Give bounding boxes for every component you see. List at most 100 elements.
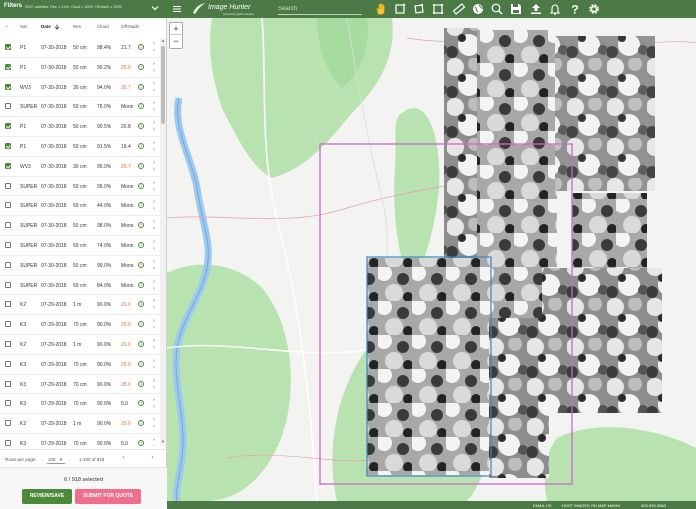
move-down-arrow-icon[interactable]: ˅ <box>151 127 157 133</box>
info-icon[interactable]: i <box>138 182 144 189</box>
row-checkbox[interactable] <box>5 400 11 407</box>
move-up-arrow-icon[interactable]: ˄ <box>151 120 157 126</box>
result-row[interactable]: SUPER 07-30-2018 50 cm 74.0% Mono i ˄ ˅ <box>0 236 160 256</box>
row-checkbox[interactable] <box>5 103 11 110</box>
row-checkbox[interactable] <box>5 222 11 229</box>
move-down-arrow-icon[interactable]: ˅ <box>151 404 157 410</box>
move-up-arrow-icon[interactable]: ˄ <box>151 338 157 344</box>
imagery-strip[interactable] <box>555 36 655 191</box>
move-down-arrow-icon[interactable]: ˅ <box>151 385 157 391</box>
result-row[interactable]: K3 07-29-2018 70 cm 90.0% 5.0 i ˄˅ <box>0 434 160 446</box>
result-row[interactable]: K2 07-29-2018 1 m 90.0% 29.0 i ˄ ˅ <box>0 335 160 355</box>
row-checkbox[interactable] <box>5 261 11 268</box>
scroll-down-arrow-icon[interactable]: ▼ <box>160 439 166 445</box>
col-sat[interactable]: Sat <box>20 24 27 29</box>
row-checkbox[interactable] <box>5 162 11 169</box>
result-row[interactable]: P1 07-30-2018 50 cm 91.5% 19.4 i ˄ ˅ <box>0 137 160 157</box>
move-down-arrow-icon[interactable]: ˅ <box>151 187 157 193</box>
result-row[interactable]: SUPER 07-30-2018 50 cm 99.0% Mono i ˄ ˅ <box>0 177 160 197</box>
info-icon[interactable]: i <box>138 341 144 347</box>
info-icon[interactable]: i <box>138 202 144 209</box>
row-checkbox[interactable] <box>5 281 11 288</box>
col-res[interactable]: Res <box>73 24 81 29</box>
host-images-link[interactable]: HOST IMAGES ON MAP MAVIN <box>562 503 620 508</box>
result-row[interactable]: WV3 07-30-2018 30 cm 94.0% 26.7 i ˄ ˅ <box>0 78 160 98</box>
move-up-arrow-icon[interactable]: ˄ <box>151 61 157 67</box>
rotate-polygon-icon[interactable] <box>412 2 426 16</box>
move-down-arrow-icon[interactable]: ˅ <box>151 424 157 430</box>
move-up-arrow-icon[interactable]: ˄ <box>151 358 157 364</box>
info-icon[interactable]: i <box>138 143 144 149</box>
zoom-in-button[interactable]: + <box>170 23 182 35</box>
scrollbar-thumb[interactable] <box>161 46 165 124</box>
zoom-out-button[interactable]: − <box>170 36 182 48</box>
result-row[interactable]: K3 07-29-2018 70 cm 90.0% 5.0 i ˄˅ <box>0 394 160 415</box>
move-down-arrow-icon[interactable]: ˅ <box>151 107 157 113</box>
submit-quote-button[interactable]: SUBMIT FOR QUOTE <box>75 489 141 504</box>
filters-bar[interactable]: Filters 20/27 satellites, Res. ≤ 2.0m, C… <box>0 0 167 18</box>
move-up-arrow-icon[interactable]: ˄ <box>151 219 157 225</box>
review-save-button[interactable]: REVIEW/SAVE <box>22 489 72 504</box>
row-checkbox[interactable] <box>5 360 11 367</box>
info-icon[interactable]: i <box>138 281 144 288</box>
move-up-arrow-icon[interactable]: ˄ <box>151 259 157 265</box>
row-checkbox[interactable] <box>5 143 11 149</box>
row-checkbox[interactable] <box>5 242 11 248</box>
result-row[interactable]: SUPER 07-30-2018 50 cm 76.0% Mono i ˄ ˅ <box>0 97 160 118</box>
result-row[interactable]: K3 07-29-2018 70 cm 90.0% 29.0 i ˄ ˅ <box>0 355 160 375</box>
bell-icon[interactable] <box>548 2 562 16</box>
globe-icon[interactable] <box>471 2 485 16</box>
move-down-arrow-icon[interactable]: ˅ <box>151 266 157 272</box>
row-checkbox[interactable] <box>5 380 11 387</box>
result-row[interactable]: K2 07-29-2018 1 m 90.0% 29.0 i ˄ ˅ <box>0 295 160 316</box>
move-down-arrow-icon[interactable]: ˅ <box>151 147 157 153</box>
move-up-arrow-icon[interactable]: ˄ <box>151 180 157 186</box>
list-scrollbar[interactable]: ▲ ▼ <box>160 38 166 446</box>
row-checkbox[interactable] <box>5 420 11 427</box>
row-checkbox[interactable] <box>5 63 11 70</box>
move-up-arrow-icon[interactable]: ˄ <box>151 318 157 324</box>
move-down-arrow-icon[interactable]: ˅ <box>151 365 157 371</box>
row-checkbox[interactable] <box>5 123 11 130</box>
move-up-arrow-icon[interactable]: ˄ <box>151 279 157 285</box>
move-up-arrow-icon[interactable]: ˄ <box>151 397 157 403</box>
col-date[interactable]: Date <box>41 24 51 29</box>
move-up-arrow-icon[interactable]: ˄ <box>151 298 157 304</box>
imagery-strip[interactable] <box>444 28 478 273</box>
result-row[interactable]: WV3 07-30-2018 30 cm 99.0% 25.7 i ˄ ˅ <box>0 157 160 177</box>
rows-per-page-select[interactable]: 100 ▼ <box>47 455 65 464</box>
settings-gear-icon[interactable] <box>587 2 601 16</box>
upload-icon[interactable] <box>529 2 543 16</box>
move-down-arrow-icon[interactable]: ˅ <box>151 167 157 173</box>
row-checkbox[interactable] <box>5 83 11 90</box>
result-row[interactable]: K3 07-29-2018 70 cm 90.0% 28.0 i ˄ ˅ <box>0 375 160 395</box>
chevron-down-icon[interactable] <box>150 3 160 13</box>
move-up-arrow-icon[interactable]: ˄ <box>151 417 157 423</box>
row-checkbox[interactable] <box>5 301 11 308</box>
move-down-arrow-icon[interactable]: ˅ <box>151 305 157 311</box>
scroll-up-arrow-icon[interactable]: ▲ <box>160 38 166 44</box>
info-icon[interactable]: i <box>138 63 144 70</box>
result-row[interactable]: P1 07-30-2018 50 cm 90.5% 20.8 i ˄ ˅ <box>0 117 160 137</box>
move-up-arrow-icon[interactable]: ˄ <box>151 41 157 47</box>
select-all-check[interactable]: ✓ <box>5 24 9 30</box>
move-down-arrow-icon[interactable]: ˅ <box>151 68 157 74</box>
row-checkbox[interactable] <box>5 321 11 328</box>
move-up-arrow-icon[interactable]: ˄ <box>151 81 157 87</box>
move-down-arrow-icon[interactable]: ˅ <box>151 325 157 331</box>
next-page-button[interactable]: › <box>148 454 157 464</box>
move-down-arrow-icon[interactable]: ˅ <box>151 246 157 252</box>
result-row[interactable]: P1 07-30-2018 50 cm 99.2% 25.0 i ˄ ˅ <box>0 58 160 78</box>
imagery-strip[interactable] <box>367 258 489 475</box>
email-us-link[interactable]: EMAIL US <box>533 503 552 508</box>
move-up-arrow-icon[interactable]: ˄ <box>151 160 157 166</box>
row-checkbox[interactable] <box>5 44 11 50</box>
search-input[interactable] <box>278 3 362 15</box>
move-down-arrow-icon[interactable]: ˅ <box>151 88 157 94</box>
help-icon[interactable]: ? <box>568 2 582 17</box>
col-off-nadir[interactable]: Off-Nadir <box>121 24 139 29</box>
move-down-arrow-icon[interactable]: ˅ <box>151 206 157 212</box>
square-draw-icon[interactable] <box>393 2 407 16</box>
move-down-arrow-icon[interactable]: ˅ <box>151 345 157 351</box>
info-icon[interactable]: i <box>138 301 144 308</box>
